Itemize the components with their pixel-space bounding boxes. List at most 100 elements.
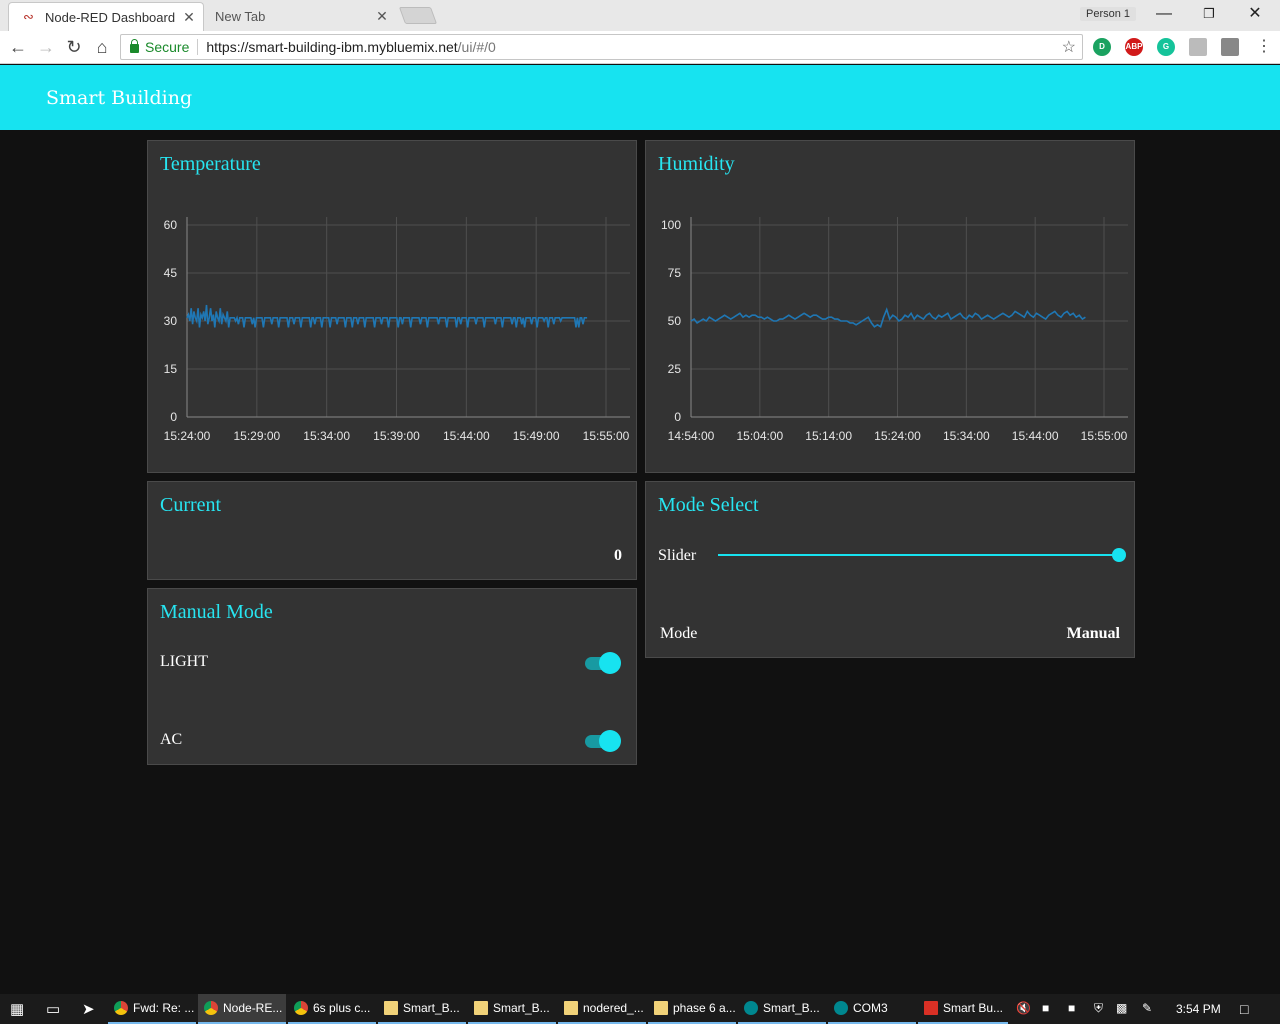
task-view-icon[interactable]: ▭ xyxy=(46,1000,60,1018)
x-tick-label: 15:24:00 xyxy=(874,429,921,443)
mode-select-title: Mode Select xyxy=(658,494,759,516)
x-tick-label: 15:55:00 xyxy=(1081,429,1128,443)
y-tick-label: 30 xyxy=(164,314,178,328)
secure-label: Secure xyxy=(145,39,190,55)
arduino-icon xyxy=(744,1001,758,1015)
dashboard-title: Smart Building xyxy=(46,87,193,109)
mode-value: Manual xyxy=(1066,625,1120,642)
temperature-chart: 0 15 30 45 60 15:24:00 15:29:00 15:34:00 15:39:0… xyxy=(164,217,630,443)
y-tick-label: 0 xyxy=(170,410,177,424)
dashboard-header: Smart Building xyxy=(0,65,1280,130)
y-tick-label: 15 xyxy=(164,362,178,376)
extension-icon[interactable] xyxy=(1221,38,1239,56)
mode-select-card: Mode Select Slider Mode Manual xyxy=(645,481,1135,658)
notepad-icon xyxy=(564,1001,578,1015)
grammarly-icon[interactable]: G xyxy=(1157,38,1175,56)
y-tick-label: 25 xyxy=(668,362,682,376)
x-tick-label: 15:55:00 xyxy=(583,429,630,443)
tray-icon[interactable]: ■ xyxy=(1068,1001,1075,1015)
y-tick-label: 75 xyxy=(668,266,682,280)
tab-title: New Tab xyxy=(215,9,266,24)
y-tick-label: 100 xyxy=(661,218,681,232)
adblock-icon[interactable]: ABP xyxy=(1125,38,1143,56)
address-bar[interactable]: Secure https://smart-building-ibm.myblue… xyxy=(120,34,1083,60)
y-tick-label: 45 xyxy=(164,266,178,280)
menu-icon[interactable]: ⋮ xyxy=(1256,37,1272,57)
humidity-chart: 0 25 50 75 100 14:54:00 15:04:00 15:14:00 15:24:… xyxy=(661,217,1128,443)
series-line xyxy=(186,304,588,328)
divider xyxy=(197,39,199,55)
slider-thumb[interactable] xyxy=(1112,548,1126,562)
taskbar-item[interactable]: 6s plus c... xyxy=(288,994,376,1024)
back-icon[interactable]: ← xyxy=(6,35,30,59)
chrome-icon xyxy=(114,1001,128,1015)
switch-knob xyxy=(599,652,621,674)
taskbar-item[interactable]: Smart_B... xyxy=(378,994,466,1024)
x-tick-label: 15:49:00 xyxy=(513,429,560,443)
light-label: LIGHT xyxy=(160,653,208,670)
chrome-icon xyxy=(294,1001,308,1015)
windows-start-icon[interactable]: ▦ xyxy=(10,1000,24,1018)
taskbar-item[interactable]: phase 6 a... xyxy=(648,994,736,1024)
light-switch[interactable] xyxy=(585,652,621,674)
taskbar-item[interactable]: Fwd: Re: ... xyxy=(108,994,196,1024)
ac-label: AC xyxy=(160,731,183,748)
forward-icon[interactable]: → xyxy=(34,35,58,59)
clock[interactable]: 3:54 PM xyxy=(1176,1002,1221,1016)
pen-icon[interactable]: ✎ xyxy=(1142,1001,1152,1015)
taskbar-item[interactable]: nodered_... xyxy=(558,994,646,1024)
extension-icon[interactable]: D xyxy=(1093,38,1111,56)
y-tick-label: 50 xyxy=(668,314,682,328)
notifications-icon[interactable]: □ xyxy=(1240,1001,1248,1017)
url-host: https://smart-building-ibm.mybluemix.net xyxy=(206,39,458,55)
x-tick-label: 15:44:00 xyxy=(1012,429,1059,443)
taskbar-item[interactable]: COM3 xyxy=(828,994,916,1024)
volume-muted-icon[interactable]: 🔇 xyxy=(1016,1001,1031,1015)
restore-icon[interactable]: ❐ xyxy=(1186,2,1232,26)
pdf-extension-icon[interactable] xyxy=(1189,38,1207,56)
current-card: Current 0 xyxy=(147,481,637,580)
x-tick-label: 15:34:00 xyxy=(943,429,990,443)
humidity-card: Humidity 0 25 50 75 100 14:54:00 15:04:00 15:14… xyxy=(645,140,1135,473)
notepad-icon xyxy=(474,1001,488,1015)
home-icon[interactable]: ⌂ xyxy=(90,35,114,59)
taskbar-item[interactable]: Smart_B... xyxy=(738,994,826,1024)
close-tab-icon[interactable]: ✕ xyxy=(179,9,199,26)
shield-icon[interactable]: ⛨ xyxy=(1094,1001,1103,1016)
y-tick-label: 60 xyxy=(164,218,178,232)
series-line xyxy=(690,307,1086,329)
taskbar-item[interactable]: Smart Bu... xyxy=(918,994,1008,1024)
taskbar-item[interactable]: Node-RE... xyxy=(198,994,286,1024)
profile-button[interactable]: Person 1 xyxy=(1080,7,1137,21)
x-tick-label: 14:54:00 xyxy=(668,429,715,443)
mode-slider[interactable] xyxy=(718,547,1126,563)
arduino-icon xyxy=(834,1001,848,1015)
chrome-icon xyxy=(204,1001,218,1015)
minimize-icon[interactable]: — xyxy=(1141,2,1187,26)
x-tick-label: 15:39:00 xyxy=(373,429,420,443)
lock-icon xyxy=(130,38,139,53)
mode-label: Mode xyxy=(660,625,698,642)
slider-label: Slider xyxy=(658,547,697,564)
app-icon[interactable]: ➤ xyxy=(82,1000,95,1018)
bookmark-star-icon[interactable]: ☆ xyxy=(1062,37,1076,57)
tray-icon[interactable]: ■ xyxy=(1042,1001,1049,1015)
tab-node-red-dashboard[interactable]: ∾ Node-RED Dashboard ✕ xyxy=(8,2,204,31)
new-tab-button[interactable] xyxy=(398,7,438,24)
tab-new-tab[interactable]: New Tab ✕ xyxy=(206,2,396,31)
ac-switch[interactable] xyxy=(585,730,621,752)
manual-mode-card: Manual Mode LIGHT AC xyxy=(147,588,637,765)
current-value: 0 xyxy=(614,547,622,564)
tab-title: Node-RED Dashboard xyxy=(45,9,176,25)
temperature-card: Temperature 0 15 30 45 60 15:24:00 15:29:00 15:… xyxy=(147,140,637,473)
reload-icon[interactable]: ↻ xyxy=(62,35,86,59)
x-tick-label: 15:14:00 xyxy=(805,429,852,443)
taskbar-item[interactable]: Smart_B... xyxy=(468,994,556,1024)
network-icon[interactable]: ▩ xyxy=(1116,1001,1127,1015)
close-tab-icon[interactable]: ✕ xyxy=(372,8,392,25)
url-path: /ui/#/0 xyxy=(457,39,496,55)
manual-mode-title: Manual Mode xyxy=(160,601,273,623)
notepad-icon xyxy=(654,1001,668,1015)
close-window-icon[interactable]: ✕ xyxy=(1232,2,1278,26)
browser-tabstrip: ∾ Node-RED Dashboard ✕ New Tab ✕ Person … xyxy=(0,0,1280,31)
